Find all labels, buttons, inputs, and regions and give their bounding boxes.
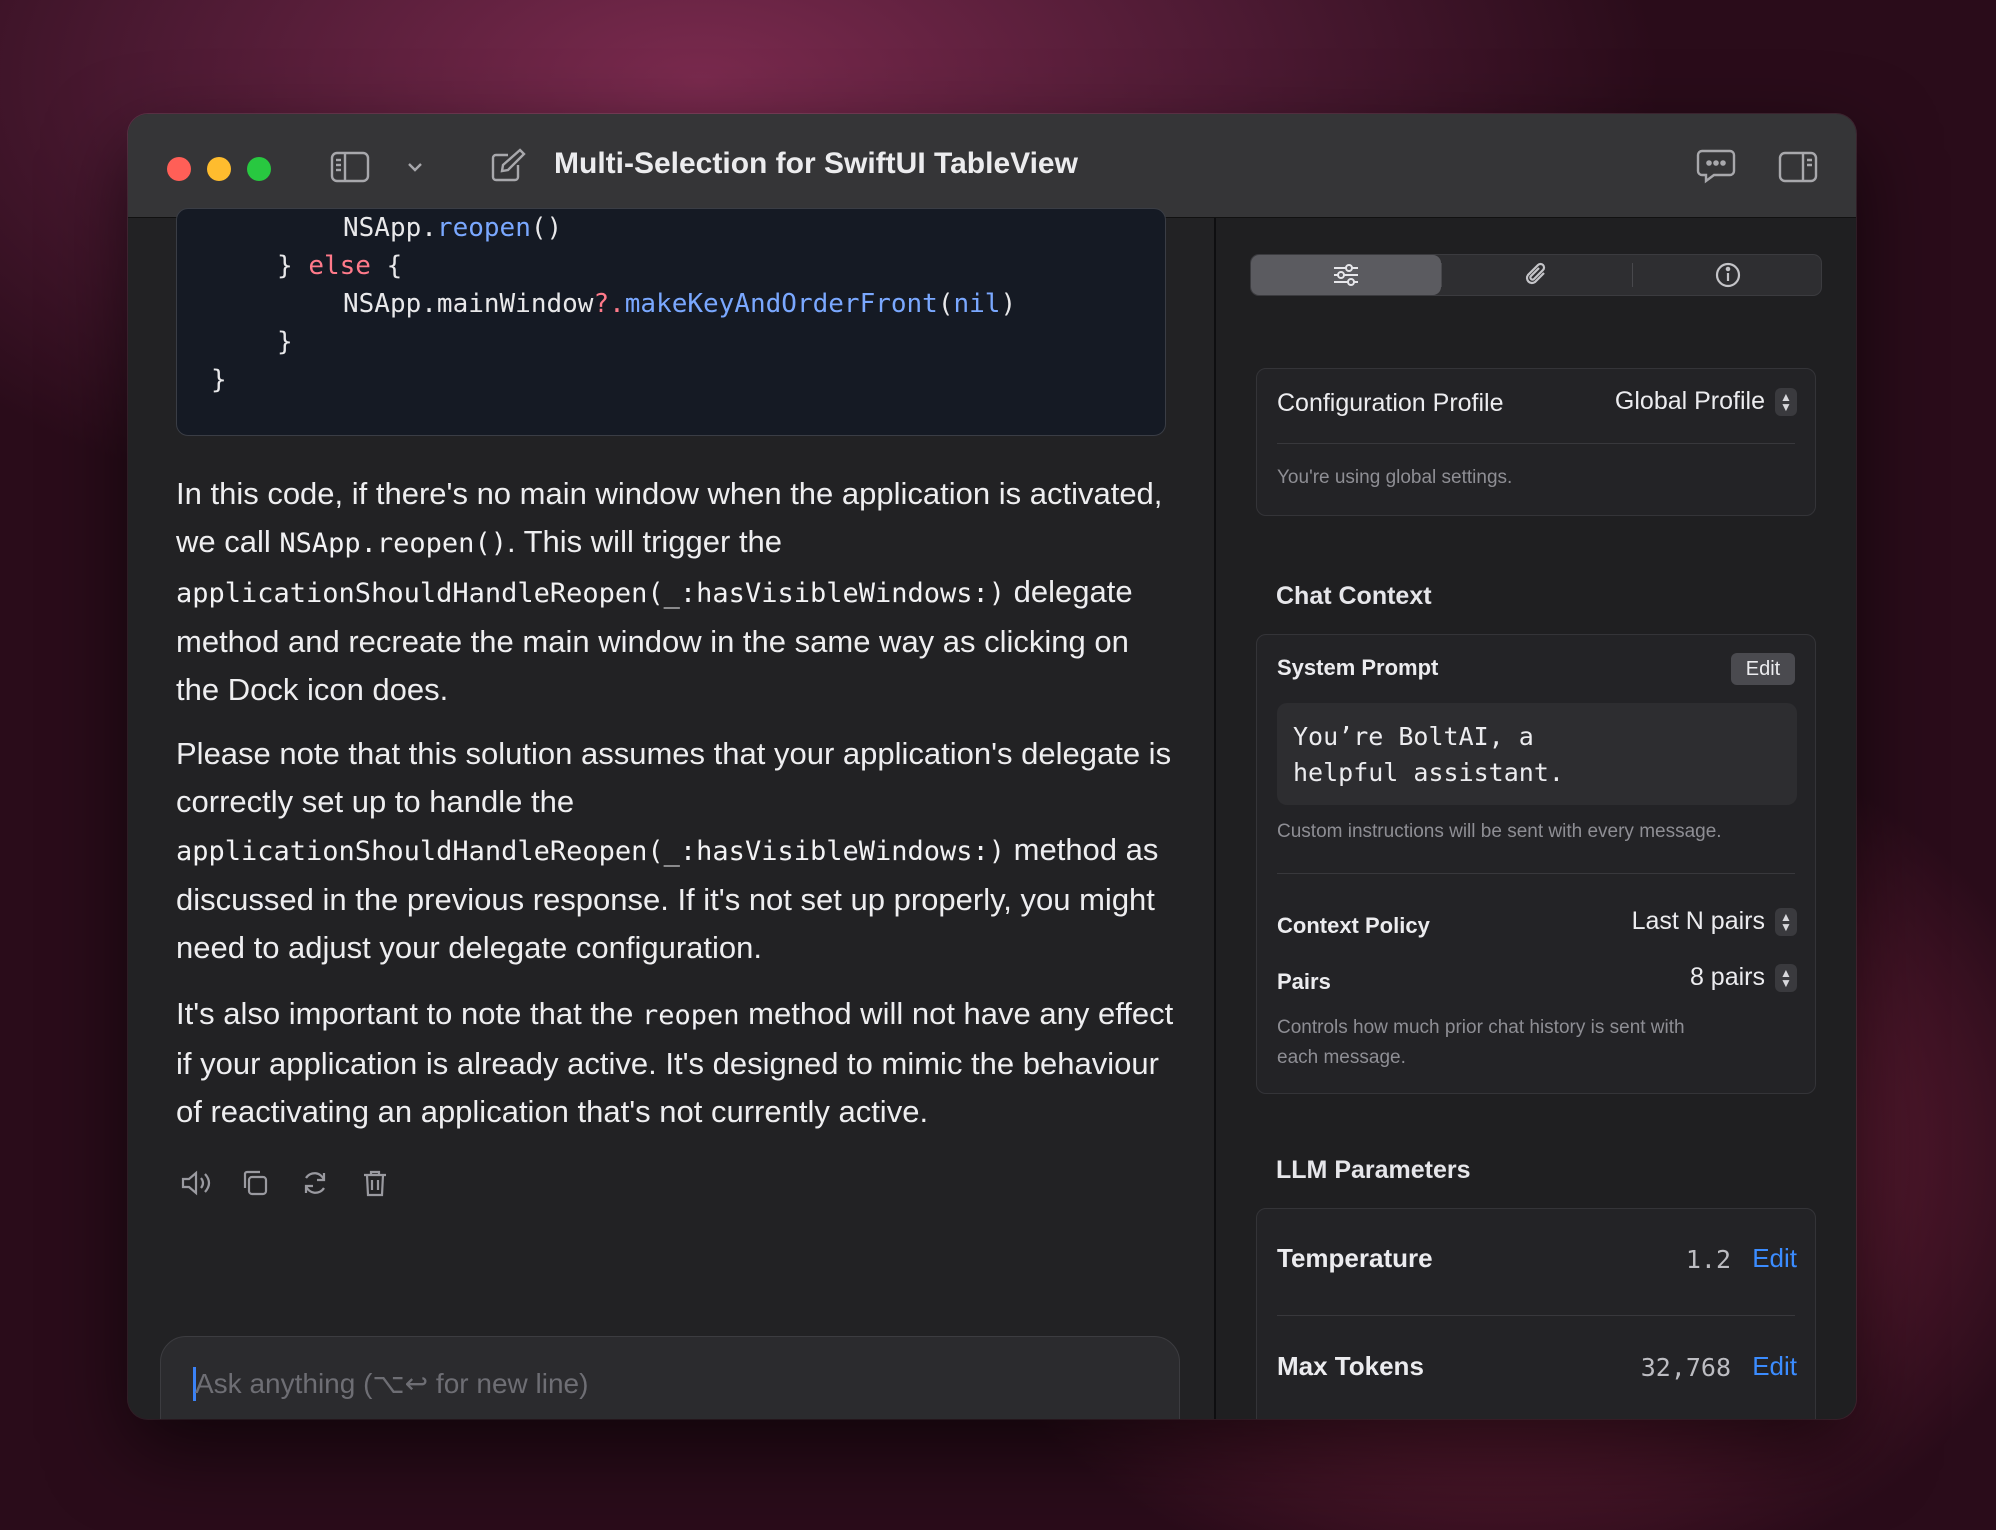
message-paragraph: In this code, if there's no main window … xyxy=(176,476,1163,707)
title-bar: Multi-Selection for SwiftUI TableView xyxy=(128,114,1856,218)
copy-icon[interactable] xyxy=(240,1168,270,1203)
note-line: Controls how much prior chat history is … xyxy=(1277,1017,1685,1038)
temperature-edit-link[interactable]: Edit xyxy=(1752,1243,1797,1274)
pairs-value: 8 pairs xyxy=(1689,963,1765,991)
close-window-button[interactable] xyxy=(167,157,191,181)
compose-icon[interactable] xyxy=(490,147,526,188)
sidebar-toggle-icon[interactable] xyxy=(330,150,370,189)
temperature-value: 1.2 xyxy=(1685,1245,1731,1274)
chevron-down-icon[interactable] xyxy=(406,160,424,179)
config-profile-value: Global Profile xyxy=(1614,387,1765,415)
speaker-icon[interactable] xyxy=(180,1168,214,1203)
tab-info[interactable] xyxy=(1633,255,1823,295)
inspector-panel: Configuration Profile Global Profile ▲ ▼ … xyxy=(1216,218,1856,1419)
context-policy-select[interactable]: Last N pairs ▲ ▼ xyxy=(1632,907,1797,936)
context-policy-note: Controls how much prior chat history is … xyxy=(1277,1013,1685,1073)
chat-bubble-icon[interactable] xyxy=(1696,148,1736,189)
up-down-chevron-icon: ▲ ▼ xyxy=(1775,907,1797,936)
tab-attachments[interactable] xyxy=(1442,255,1632,295)
code-line: NSApp.mainWindow?.makeKeyAndOrderFront(n… xyxy=(343,289,1017,319)
trash-icon[interactable] xyxy=(360,1168,390,1203)
regenerate-icon[interactable] xyxy=(300,1168,330,1203)
inspector-tabs xyxy=(1250,254,1822,296)
pairs-stepper[interactable]: 8 pairs ▲ ▼ xyxy=(1690,963,1797,992)
config-profile-label: Configuration Profile xyxy=(1277,389,1504,417)
message-paragraph: Please note that this solution assumes t… xyxy=(176,736,1172,965)
window-title: Multi-Selection for SwiftUI TableView xyxy=(554,147,1078,180)
chat-context-card: System Prompt Edit You’re BoltAI, a help… xyxy=(1256,634,1816,1094)
up-down-chevron-icon: ▲ ▼ xyxy=(1775,387,1797,416)
divider xyxy=(1277,443,1795,444)
system-prompt-text[interactable]: You’re BoltAI, a helpful assistant. xyxy=(1277,703,1797,805)
system-prompt-label: System Prompt xyxy=(1277,655,1439,680)
divider xyxy=(1277,1315,1795,1316)
app-window: Multi-Selection for SwiftUI TableView NS… xyxy=(128,114,1856,1419)
info-icon xyxy=(1715,262,1741,288)
zoom-window-button[interactable] xyxy=(247,157,271,181)
up-down-chevron-icon: ▲ ▼ xyxy=(1775,963,1797,992)
sliders-icon xyxy=(1334,264,1358,286)
context-policy-value: Last N pairs xyxy=(1631,907,1765,935)
context-policy-label: Context Policy xyxy=(1277,913,1430,938)
config-profile-select[interactable]: Global Profile ▲ ▼ xyxy=(1615,387,1797,416)
code-line: } else { xyxy=(277,251,403,281)
note-line: each message. xyxy=(1277,1047,1406,1068)
config-profile-note: You're using global settings. xyxy=(1277,467,1513,488)
message-composer[interactable]: Ask anything (⌥↩ for new line) xyxy=(160,1336,1180,1419)
system-prompt-line: You’re BoltAI, a xyxy=(1293,722,1534,751)
temperature-label: Temperature xyxy=(1277,1243,1433,1273)
chat-context-title: Chat Context xyxy=(1276,582,1432,610)
code-line: NSApp.reopen() xyxy=(343,213,563,243)
message-paragraph: It's also important to note that the reo… xyxy=(176,996,1174,1129)
llm-parameters-card: Temperature 1.2 Edit Max Tokens 32,768 E… xyxy=(1256,1208,1816,1419)
code-line: } xyxy=(277,327,293,357)
minimize-window-button[interactable] xyxy=(207,157,231,181)
code-line: } xyxy=(211,365,227,395)
llm-parameters-title: LLM Parameters xyxy=(1276,1156,1471,1184)
config-profile-card: Configuration Profile Global Profile ▲ ▼ … xyxy=(1256,368,1816,516)
code-block: NSApp.reopen() } else { NSApp.mainWindow… xyxy=(176,208,1166,436)
paperclip-icon xyxy=(1525,262,1546,285)
system-prompt-note: Custom instructions will be sent with ev… xyxy=(1277,821,1722,842)
message-input[interactable]: Ask anything (⌥↩ for new line) xyxy=(195,1367,588,1400)
chat-pane: NSApp.reopen() } else { NSApp.mainWindow… xyxy=(128,208,1214,1419)
max-tokens-value: 32,768 xyxy=(1640,1353,1731,1382)
pairs-label: Pairs xyxy=(1277,969,1331,994)
inspector-icon[interactable] xyxy=(1778,150,1818,189)
system-prompt-line: helpful assistant. xyxy=(1293,758,1564,787)
tab-settings[interactable] xyxy=(1251,255,1441,295)
divider xyxy=(1277,873,1795,874)
max-tokens-edit-link[interactable]: Edit xyxy=(1752,1351,1797,1382)
system-prompt-edit-button[interactable]: Edit xyxy=(1731,653,1795,685)
max-tokens-label: Max Tokens xyxy=(1277,1351,1424,1381)
